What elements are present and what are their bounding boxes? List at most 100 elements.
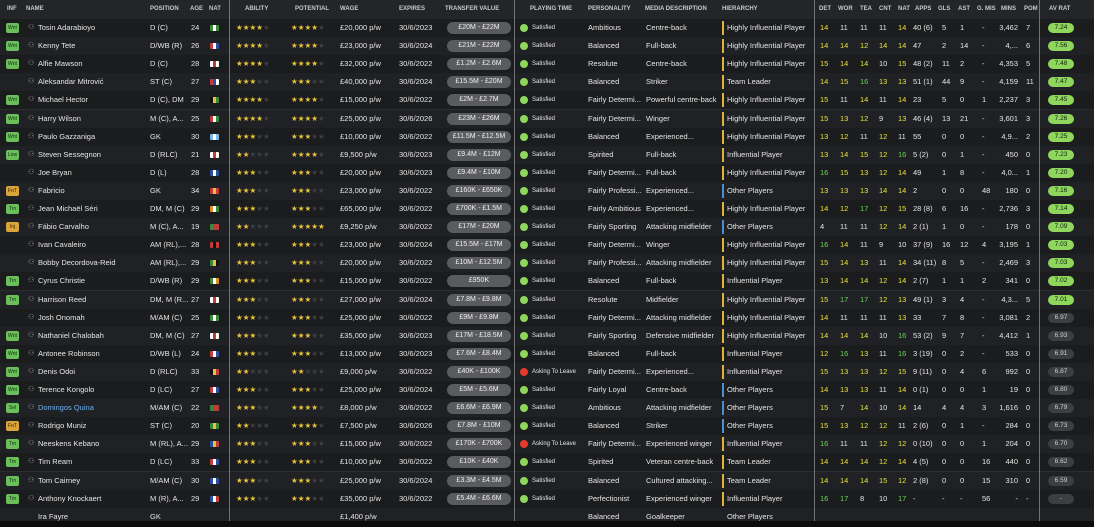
player-name[interactable]: Aleksandar Mitrović: [38, 73, 146, 91]
table-row[interactable]: Wnt ⚇ Paulo Gazzaniga GK 30 ★★★★★ ★★★★★ £10,000…: [0, 127, 1094, 147]
table-row[interactable]: Trn ⚇ Neeskens Kebano M (RL), A... 29 ★★★★★ ★★…: [0, 435, 1094, 455]
table-row[interactable]: Sel ⚇ Domingos Quina M/AM (C) 22 ★★★★★ ★★★★★ £8…: [0, 399, 1094, 419]
col-media-description[interactable]: MEDIA DESCRIPTION: [645, 6, 707, 12]
player-name[interactable]: Paulo Gazzaniga: [38, 128, 146, 146]
stat-apps: 14: [913, 403, 922, 413]
transfer-value: £5M - £5.6M: [447, 384, 511, 396]
table-row[interactable]: ⚇ Josh Onomah M/AM (C) 25 ★★★★★ ★★★★★ £25,000 …: [0, 308, 1094, 328]
col-gmis[interactable]: G. MIS: [977, 6, 996, 12]
star-empty-icon: ★: [311, 240, 318, 250]
player-name[interactable]: Bobby Decordova-Reid: [38, 254, 146, 272]
attribute-cnt: 10: [879, 493, 888, 503]
col-playing-time[interactable]: PLAYING TIME: [530, 6, 572, 12]
player-name[interactable]: Denis Odoi: [38, 363, 146, 381]
col-tea[interactable]: TEA: [860, 6, 872, 12]
table-row[interactable]: Wnt ⚇ Alfie Mawson D (C) 28 ★★★★★ ★★★★★ £32,000…: [0, 55, 1094, 75]
table-row[interactable]: Trn ⚇ Tom Cairney M/AM (C) 30 ★★★★★ ★★★★★ £25,0…: [0, 471, 1094, 491]
table-row[interactable]: Wnt ⚇ Kenny Tete D/WB (R) 26 ★★★★★ ★★★★★ £23,00…: [0, 37, 1094, 57]
stat-goals: 1: [942, 222, 947, 232]
col-det[interactable]: DET: [819, 6, 831, 12]
col-ast[interactable]: AST: [958, 6, 970, 12]
satisfied-face-icon: [520, 168, 528, 177]
player-name[interactable]: Steven Sessegnon: [38, 146, 146, 164]
col-name[interactable]: NAME: [26, 6, 44, 12]
stat-minutes: 1,616: [999, 403, 1018, 413]
col-avrat[interactable]: AV RAT: [1049, 6, 1070, 12]
col-cnt[interactable]: CNT: [879, 6, 891, 12]
info-badge: Sel: [6, 403, 19, 414]
player-name[interactable]: Michael Hector: [38, 91, 146, 109]
table-row[interactable]: Wnt ⚇ Michael Hector D (C), DM 29 ★★★★★ ★★★★★ £…: [0, 91, 1094, 111]
player-name[interactable]: Neeskens Kebano: [38, 435, 146, 453]
table-row[interactable]: ⚇ Bobby Decordova-Reid AM (RL),... 29 ★★★★★ ★…: [0, 254, 1094, 274]
player-name[interactable]: Tim Ream: [38, 453, 146, 471]
player-name[interactable]: Harry Wilson: [38, 110, 146, 128]
player-name[interactable]: Josh Onomah: [38, 309, 146, 327]
player-name[interactable]: Ivan Cavaleiro: [38, 236, 146, 254]
col-pom[interactable]: POM: [1024, 6, 1038, 12]
table-row[interactable]: Wnt ⚇ Denis Odoi D (RLC) 33 ★★★★★ ★★★★★ £9,000 …: [0, 362, 1094, 382]
table-row[interactable]: ⚇ Ivan Cavaleiro AM (RL),... 28 ★★★★★ ★★★★★ £2…: [0, 236, 1094, 256]
attribute-nat: 14: [898, 222, 907, 232]
col-mins[interactable]: MINS: [1001, 6, 1016, 12]
table-row[interactable]: FoT ⚇ Fabricio GK 34 ★★★★★ ★★★★★ £23,000 p/w 30/…: [0, 181, 1094, 201]
ability-stars: ★★★★★: [236, 73, 286, 91]
player-name[interactable]: Alfie Mawson: [38, 55, 146, 73]
table-row[interactable]: Trn ⚇ Tim Ream D (LC) 33 ★★★★★ ★★★★★ £10,000 p/…: [0, 453, 1094, 473]
table-row[interactable]: FoT ⚇ Rodrigo Muniz ST (C) 20 ★★★★★ ★★★★★ £7,50…: [0, 417, 1094, 437]
table-row[interactable]: Trn ⚇ Anthony Knockaert M (R), A... 29 ★★★★★ ★…: [0, 489, 1094, 509]
attribute-cnt: 11: [879, 23, 887, 32]
player-name[interactable]: Fábio Carvalho: [38, 218, 146, 236]
col-apps[interactable]: APPS: [915, 6, 931, 12]
col-wor[interactable]: WOR: [838, 6, 853, 12]
attribute-nat: 14: [898, 185, 907, 195]
col-gls[interactable]: GLS: [938, 6, 950, 12]
player-name[interactable]: Jean Michaël Séri: [38, 200, 146, 218]
col-hierarchy[interactable]: HIERARCHY: [722, 6, 758, 12]
table-row[interactable]: Trn ⚇ Harrison Reed DM, M (R... 27 ★★★★★ ★★★★★…: [0, 290, 1094, 310]
col-inf[interactable]: INF: [7, 6, 17, 12]
table-row[interactable]: Wnt ⚇ Nathaniel Chalobah DM, M (C) 27 ★★★★★ ★★…: [0, 326, 1094, 346]
player-name[interactable]: Joe Bryan: [38, 164, 146, 182]
table-row[interactable]: Wnt ⚇ Harry Wilson M (C), A... 25 ★★★★★ ★★★★★ £…: [0, 109, 1094, 129]
player-name[interactable]: Anthony Knockaert: [38, 490, 146, 508]
stat-goals: 0: [942, 475, 947, 485]
col-ability[interactable]: ABILITY: [245, 6, 268, 12]
col-potential[interactable]: POTENTIAL: [295, 6, 329, 12]
player-name[interactable]: Harrison Reed: [38, 291, 146, 309]
player-name[interactable]: Tom Cairney: [38, 472, 146, 490]
col-transfer-value[interactable]: TRANSFER VALUE: [445, 6, 499, 12]
nationality-flag-icon: [210, 260, 219, 267]
player-name[interactable]: Fabricio: [38, 182, 146, 200]
table-row[interactable]: Inj ⚇ Fábio Carvalho M (C), A... 19 ★★★★★ ★★★★…: [0, 218, 1094, 238]
player-name[interactable]: Rodrigo Muniz: [38, 417, 146, 435]
player-name[interactable]: Tosin Adarabioyo: [38, 19, 146, 37]
player-name[interactable]: Terence Kongolo: [38, 381, 146, 399]
col-nat[interactable]: NAT: [209, 6, 221, 12]
stat-assists: 4: [960, 403, 965, 413]
stat-assists: 1: [960, 23, 965, 32]
col-wage[interactable]: WAGE: [340, 6, 358, 12]
player-name[interactable]: Nathaniel Chalobah: [38, 327, 146, 345]
table-row[interactable]: Wnt ⚇ Antonee Robinson D/WB (L) 24 ★★★★★ ★★★★★…: [0, 344, 1094, 364]
table-row[interactable]: Wnt ⚇ Tosin Adarabioyo D (C) 24 ★★★★★ ★★★★★ £20…: [0, 19, 1094, 38]
stat-apps: 49 (1): [913, 294, 933, 304]
horizontal-scrollbar[interactable]: [0, 521, 1094, 527]
hierarchy: Influential Player: [727, 366, 783, 376]
player-name[interactable]: Antonee Robinson: [38, 345, 146, 363]
col-age[interactable]: AGE: [190, 6, 203, 12]
col-position[interactable]: POSITION: [150, 6, 179, 12]
table-row[interactable]: ⚇ Joe Bryan D (L) 28 ★★★★★ ★★★★★ £20,000 p/w 30…: [0, 163, 1094, 183]
table-row[interactable]: Trn ⚇ Cyrus Christie D/WB (R) 29 ★★★★★ ★★★★★ £1…: [0, 272, 1094, 292]
col-nat-attr[interactable]: NAT: [898, 6, 910, 12]
col-expires[interactable]: EXPIRES: [399, 6, 425, 12]
table-row[interactable]: Low ⚇ Steven Sessegnon D (RLC) 21 ★★★★★ ★★★★★ £…: [0, 145, 1094, 165]
player-name[interactable]: Domingos Quina: [38, 399, 146, 417]
table-row[interactable]: Trn ⚇ Jean Michaël Séri DM, M (C) 29 ★★★★★ ★★★…: [0, 200, 1094, 219]
player-name[interactable]: Cyrus Christie: [38, 272, 146, 290]
table-row[interactable]: ⚇ Aleksandar Mitrović ST (C) 27 ★★★★★ ★★★★★ £4…: [0, 73, 1094, 93]
col-personality[interactable]: PERSONALITY: [588, 6, 631, 12]
player-name[interactable]: Kenny Tete: [38, 37, 146, 55]
player-age: 25: [191, 312, 200, 322]
table-row[interactable]: Wnt ⚇ Terence Kongolo D (LC) 27 ★★★★★ ★★★★★ £25…: [0, 381, 1094, 400]
